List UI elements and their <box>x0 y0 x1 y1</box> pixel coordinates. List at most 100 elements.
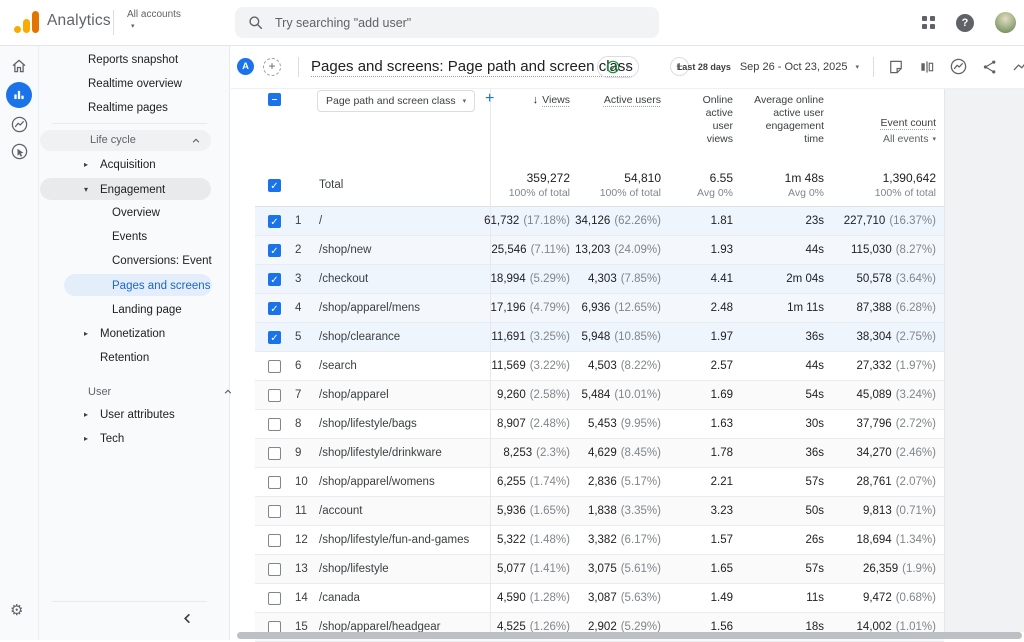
report-title[interactable]: Pages and screens: Page path and screen … <box>311 45 633 88</box>
metric-value: 1,838 <box>588 505 617 517</box>
expand-arrow-icon[interactable]: ▸ <box>84 322 88 346</box>
dimension-selector[interactable]: Page path and screen class ▾ <box>317 90 475 112</box>
collapse-arrow-icon[interactable]: ▾ <box>84 178 88 202</box>
row-checkbox[interactable]: ✓ <box>268 331 281 344</box>
chevron-up-icon[interactable] <box>191 136 201 146</box>
home-icon[interactable] <box>10 57 28 75</box>
row-checkbox[interactable] <box>268 505 281 518</box>
notes-icon[interactable] <box>887 58 905 76</box>
row-checkbox[interactable] <box>268 563 281 576</box>
row-checkbox[interactable]: ✓ <box>268 302 281 315</box>
column-header-views[interactable]: ↓ Views <box>486 94 572 146</box>
sidebar-item-reports-snapshot[interactable]: Reports snapshot <box>38 48 229 72</box>
metric-value: 30s <box>805 418 824 430</box>
table-row: 8/shop/lifestyle/bags8,907(2.48%)5,453(9… <box>255 410 944 439</box>
table-row: 9/shop/lifestyle/drinkware8,253(2.3%)4,6… <box>255 439 944 468</box>
sidebar-item-overview[interactable]: Overview <box>38 201 229 225</box>
sidebar-item-realtime-pages[interactable]: Realtime pages <box>38 96 229 120</box>
row-checkbox[interactable]: ✓ <box>268 273 281 286</box>
metric-value: 45,089 <box>857 389 892 401</box>
report-status-pill[interactable]: ▾ <box>597 56 639 78</box>
row-metric: 1,838 (3.35%) <box>572 505 663 517</box>
row-number: 12 <box>295 534 319 546</box>
total-event-count: 1,390,642100% of total <box>826 171 944 199</box>
comparison-badge[interactable]: A <box>237 58 254 75</box>
search-input[interactable] <box>273 15 597 31</box>
date-range-picker[interactable]: Sep 26 - Oct 23, 2025 <box>740 61 848 73</box>
horizontal-scrollbar[interactable] <box>237 632 1022 639</box>
scrollbar-thumb[interactable] <box>237 632 1022 639</box>
row-checkbox[interactable] <box>268 592 281 605</box>
sidebar-item-retention[interactable]: Retention <box>38 346 229 370</box>
sidebar-item-events[interactable]: Events <box>38 225 229 249</box>
explore-report-icon[interactable] <box>949 57 968 76</box>
metric-value: 1.81 <box>711 215 733 227</box>
row-checkbox[interactable] <box>268 360 281 373</box>
metric-percent: (1.34%) <box>896 534 936 546</box>
metric-value: 1.93 <box>711 244 733 256</box>
divider <box>113 10 114 35</box>
row-metric: 5,322(1.48%) <box>486 534 572 546</box>
row-metric: 13,203(24.09%) <box>572 244 663 256</box>
column-header-avg-engagement-time[interactable]: Average online active user engagement ti… <box>735 94 826 146</box>
settings-gear-icon[interactable]: ⚙ <box>10 601 23 619</box>
row-checkbox[interactable]: ✓ <box>268 215 281 228</box>
sidebar-item-landing-page[interactable]: Landing page <box>38 298 229 322</box>
row-metric: 30s <box>735 418 826 430</box>
reports-icon[interactable] <box>6 82 32 108</box>
compare-icon[interactable] <box>918 58 936 76</box>
event-filter[interactable]: All events ▾ <box>883 133 936 146</box>
metric-percent: (3.35%) <box>621 505 661 517</box>
sidebar-item-engagement-row[interactable]: ▾ Engagement <box>38 178 229 202</box>
divider <box>873 57 874 77</box>
metric-percent: (62.26%) <box>614 215 661 227</box>
row-checkbox[interactable] <box>268 447 281 460</box>
sidebar: ⚙ Reports snapshot Realtime overview Rea… <box>0 45 230 640</box>
section-life-cycle[interactable]: Life cycle <box>40 130 211 151</box>
row-page-path: /shop/clearance <box>319 331 486 343</box>
add-comparison-button[interactable]: + <box>263 58 281 76</box>
column-header-event-count[interactable]: Event count All events ▾ <box>826 94 944 146</box>
row-metric: 1.97 <box>663 331 735 343</box>
row-checkbox[interactable]: ✓ <box>268 244 281 257</box>
sidebar-item-monetization[interactable]: ▸ Monetization <box>38 322 229 346</box>
metric-value: 3,087 <box>588 592 617 604</box>
metric-value: 50s <box>805 505 824 517</box>
collapse-sidebar-icon[interactable] <box>181 612 194 625</box>
sidebar-item-tech[interactable]: ▸ Tech <box>38 427 229 451</box>
row-checkbox[interactable] <box>268 476 281 489</box>
select-all-checkbox[interactable]: – <box>268 93 281 106</box>
sidebar-item-conversions[interactable]: Conversions: Event name <box>38 249 229 273</box>
explore-icon[interactable] <box>10 115 29 134</box>
row-metric: 2.57 <box>663 360 735 372</box>
sidebar-item-user-attributes[interactable]: ▸ User attributes <box>38 403 229 427</box>
row-number: 10 <box>295 476 319 488</box>
chevron-down-icon[interactable]: ▾ <box>131 22 135 30</box>
row-metric: 227,710(16.37%) <box>826 215 944 227</box>
chevron-down-icon[interactable]: ▾ <box>855 63 859 71</box>
metric-value: 1.65 <box>711 563 733 575</box>
help-icon[interactable]: ? <box>956 14 974 32</box>
advertising-icon[interactable] <box>10 142 29 161</box>
row-checkbox[interactable] <box>268 534 281 547</box>
share-icon[interactable] <box>981 58 999 76</box>
search-bar[interactable] <box>235 7 659 38</box>
metric-value: 38,304 <box>857 331 892 343</box>
section-user[interactable]: User <box>38 380 229 404</box>
sidebar-item-pages-and-screens-row[interactable]: Pages and screens <box>38 274 229 298</box>
row-checkbox[interactable] <box>268 418 281 431</box>
insights-icon[interactable] <box>1012 58 1024 76</box>
sidebar-item-acquisition[interactable]: ▸ Acquisition <box>38 153 229 177</box>
account-switcher[interactable]: All accounts <box>127 9 181 20</box>
total-checkbox[interactable]: ✓ <box>268 179 281 192</box>
apps-grid-icon[interactable] <box>922 16 935 29</box>
expand-arrow-icon[interactable]: ▸ <box>84 153 88 177</box>
sidebar-item-realtime-overview[interactable]: Realtime overview <box>38 72 229 96</box>
total-avg-engagement: 1m 48sAvg 0% <box>735 171 826 199</box>
column-header-active-users[interactable]: Active users <box>572 94 663 146</box>
column-header-online-active-user-views[interactable]: Online active user views <box>663 94 735 146</box>
expand-arrow-icon[interactable]: ▸ <box>84 427 88 451</box>
expand-arrow-icon[interactable]: ▸ <box>84 403 88 427</box>
avatar[interactable] <box>995 12 1016 33</box>
row-checkbox[interactable] <box>268 389 281 402</box>
